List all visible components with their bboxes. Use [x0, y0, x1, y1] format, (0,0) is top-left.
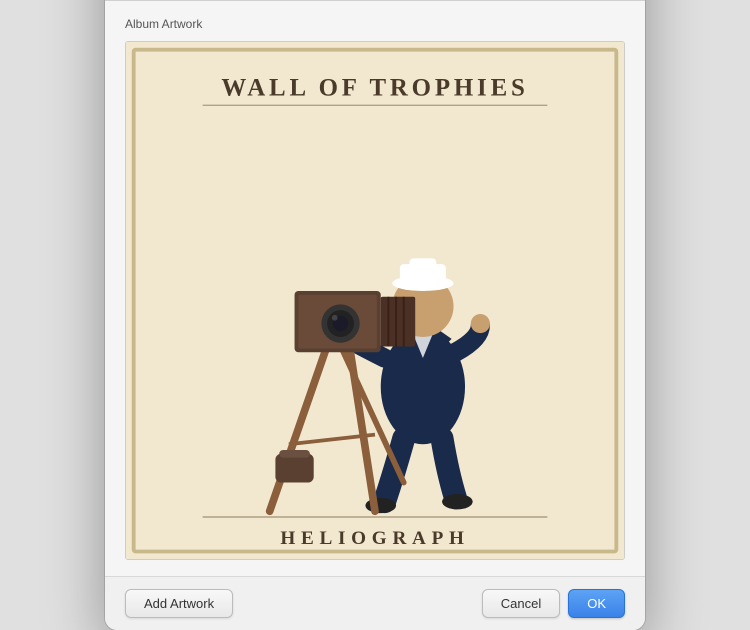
add-artwork-button[interactable]: Add Artwork [125, 589, 233, 618]
dialog-footer: Add Artwork Cancel OK [105, 576, 645, 630]
footer-left: Add Artwork [125, 589, 233, 618]
section-label: Album Artwork [125, 17, 625, 31]
artwork-container: WALL OF TROPHIES [125, 41, 625, 560]
dialog-content: Album Artwork WALL OF TROPHIES [105, 1, 645, 576]
ok-button[interactable]: OK [568, 589, 625, 618]
cancel-button[interactable]: Cancel [482, 589, 560, 618]
footer-right: Cancel OK [482, 589, 625, 618]
dialog: WALL OF TROPHIES HELIOGRAPH [105, 0, 645, 630]
svg-text:HELIOGRAPH: HELIOGRAPH [280, 528, 469, 549]
svg-text:WALL OF TROPHIES: WALL OF TROPHIES [221, 75, 528, 102]
